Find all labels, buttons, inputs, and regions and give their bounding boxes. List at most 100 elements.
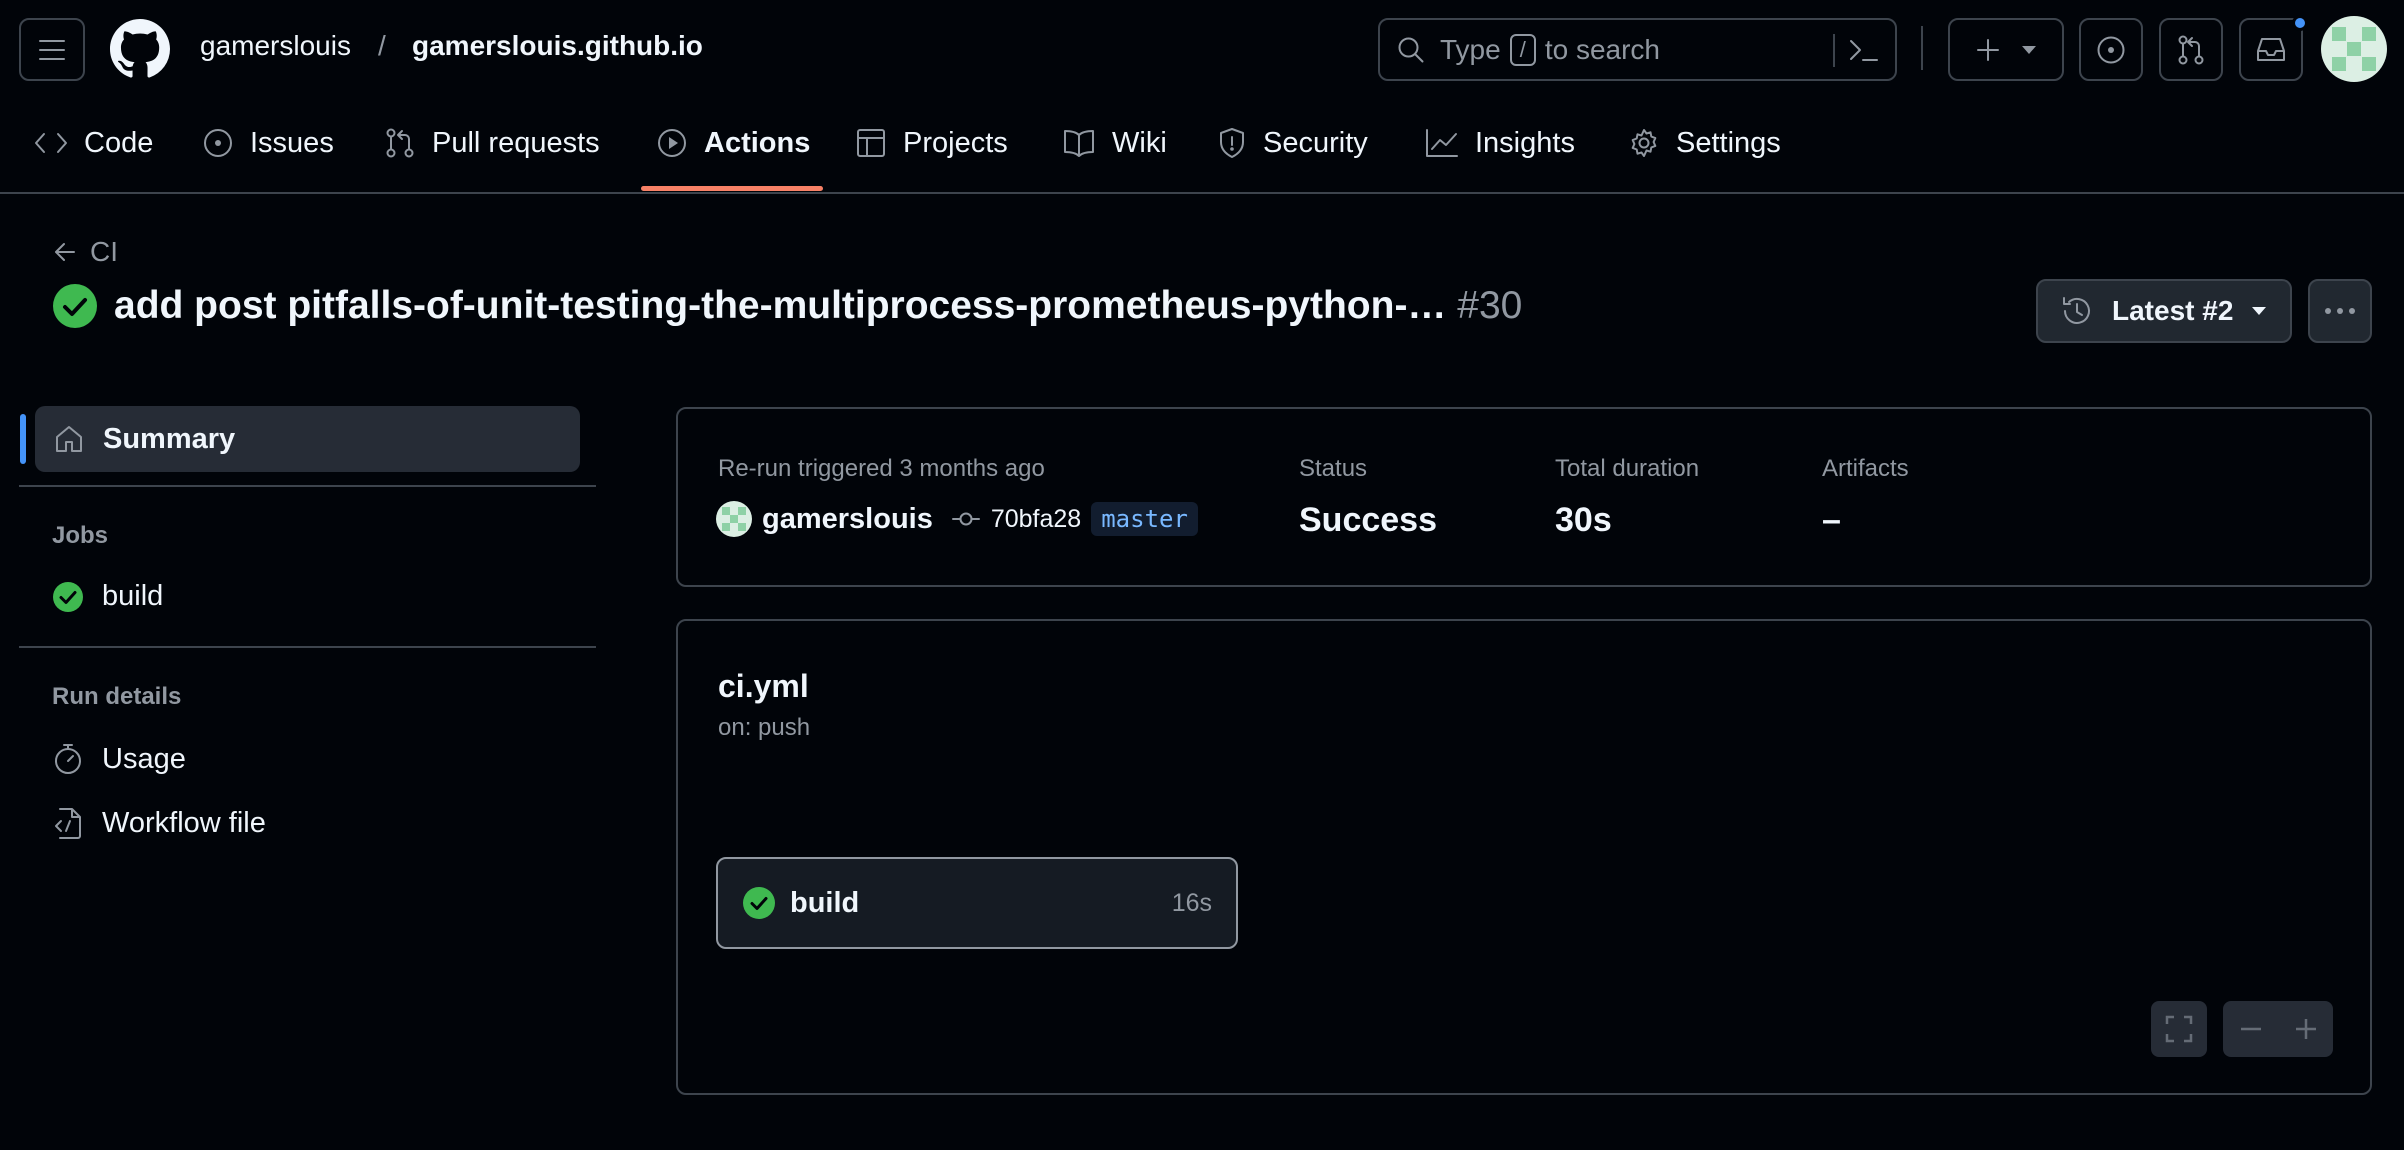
tab-actions[interactable]: Actions [656,118,810,168]
tab-settings[interactable]: Settings [1628,118,1781,168]
sidebar-item-label: build [102,580,164,612]
zoom-out-button[interactable] [2223,1001,2278,1057]
tab-label: Actions [704,126,811,159]
tab-issues[interactable]: Issues [202,118,334,168]
sidebar-divider [19,485,596,487]
run-number: #30 [1457,284,1523,327]
avatar[interactable] [2321,16,2387,82]
run-summary-panel: Re-run triggered 3 months ago gamersloui… [676,407,2372,587]
gear-icon [1631,129,1657,157]
tab-label: Wiki [1112,126,1167,159]
more-options-button[interactable] [2308,279,2372,343]
tab-projects[interactable]: Projects [855,118,1008,168]
notification-dot [2292,15,2308,31]
repo-nav: Code Issues Pull requests Actions Projec… [0,98,2404,194]
sidebar-item-build[interactable]: build [52,580,163,613]
active-nav-indicator [20,414,26,464]
tab-pull-requests[interactable]: Pull requests [384,118,600,168]
inbox-icon [2257,37,2285,61]
sidebar-item-label: Workflow file [102,806,266,839]
menu-button[interactable] [19,18,85,81]
search-divider [1833,34,1835,67]
tab-security[interactable]: Security [1217,118,1368,168]
repo-name-link[interactable]: gamerslouis.github.io [412,30,703,62]
dash-icon [2240,1027,2261,1031]
history-icon [2063,297,2090,324]
tab-wiki[interactable]: Wiki [1062,118,1167,168]
branch-label[interactable]: master [1091,502,1198,536]
home-icon [56,426,82,452]
plus-icon [2295,1019,2316,1039]
search-placeholder-suffix: to search [1544,33,1660,65]
attempt-label: Latest #2 [2112,295,2234,326]
plus-icon [1977,38,1999,61]
fullscreen-button[interactable] [2151,1001,2207,1057]
github-logo[interactable] [110,19,170,79]
status-label: Status [1299,455,1368,482]
check-circle-fill-icon [53,581,83,612]
git-pull-request-icon [386,128,414,158]
trigger-text: Re-run triggered 3 months ago [718,455,1045,482]
breadcrumb-separator: / [378,30,386,61]
arrow-left-icon [55,243,75,261]
tab-label: Code [84,126,154,159]
commit-sha-link[interactable]: 70bfa28 [991,505,1081,534]
artifacts-label: Artifacts [1822,455,1909,482]
shield-icon [1220,128,1244,158]
issue-opened-icon [204,129,232,157]
kebab-horizontal-icon [2325,308,2355,314]
stopwatch-icon [55,744,81,774]
status-value: Success [1299,501,1437,539]
search-input[interactable]: Type / to search [1378,18,1897,81]
active-tab-indicator [641,186,823,191]
create-new-button[interactable] [1948,18,2064,81]
tab-label: Issues [250,126,334,159]
command-palette-icon[interactable] [1848,36,1880,66]
tab-label: Settings [1676,126,1781,159]
screen-full-icon [2165,1015,2193,1043]
run-details-heading: Run details [52,683,182,710]
search-shortcut-key: / [1509,33,1536,66]
actor-avatar[interactable] [716,501,752,537]
jobs-heading: Jobs [52,522,109,549]
back-to-workflow-link[interactable]: CI [52,236,118,268]
git-pull-request-icon [2178,35,2204,64]
tab-label: Pull requests [432,126,600,159]
tab-label: Security [1263,126,1368,159]
job-name: build [790,886,860,919]
workflow-file-name: ci.yml [718,668,809,704]
run-title-text: add post pitfalls-of-unit-testing-the-mu… [114,284,1447,327]
sidebar-item-label: Usage [102,742,186,775]
pull-requests-button[interactable] [2159,18,2223,81]
sidebar-divider [19,646,596,648]
tab-insights[interactable]: Insights [1425,118,1575,168]
workflow-name: CI [90,236,118,267]
issues-button[interactable] [2079,18,2143,81]
book-icon [1064,130,1094,157]
hamburger-icon [39,39,65,60]
issue-opened-icon [2097,36,2125,63]
tab-label: Projects [903,126,1008,159]
actor-link[interactable]: gamerslouis [762,503,933,536]
sidebar-item-workflow-file[interactable]: Workflow file [52,806,266,840]
tab-code[interactable]: Code [34,118,153,168]
workflow-trigger: on: push [718,714,811,741]
table-icon [857,129,885,157]
caret-down-icon [2252,307,2267,315]
play-icon [658,129,686,157]
sidebar-item-summary[interactable]: Summary [35,406,580,472]
git-commit-icon [951,512,980,526]
zoom-in-button[interactable] [2278,1001,2333,1057]
search-icon [1398,37,1424,62]
header-divider [1921,26,1923,70]
duration-label: Total duration [1555,455,1700,482]
job-card-build[interactable]: build 16s [716,857,1238,949]
file-code-icon [55,808,81,839]
graph-icon [1426,129,1458,157]
check-circle-fill-icon [53,284,97,328]
sidebar-item-usage[interactable]: Usage [52,742,186,776]
search-placeholder-prefix: Type [1440,33,1501,65]
caret-down-icon [2022,45,2036,54]
repo-owner-link[interactable]: gamerslouis [200,30,351,62]
attempt-selector-button[interactable]: Latest #2 [2036,279,2292,343]
